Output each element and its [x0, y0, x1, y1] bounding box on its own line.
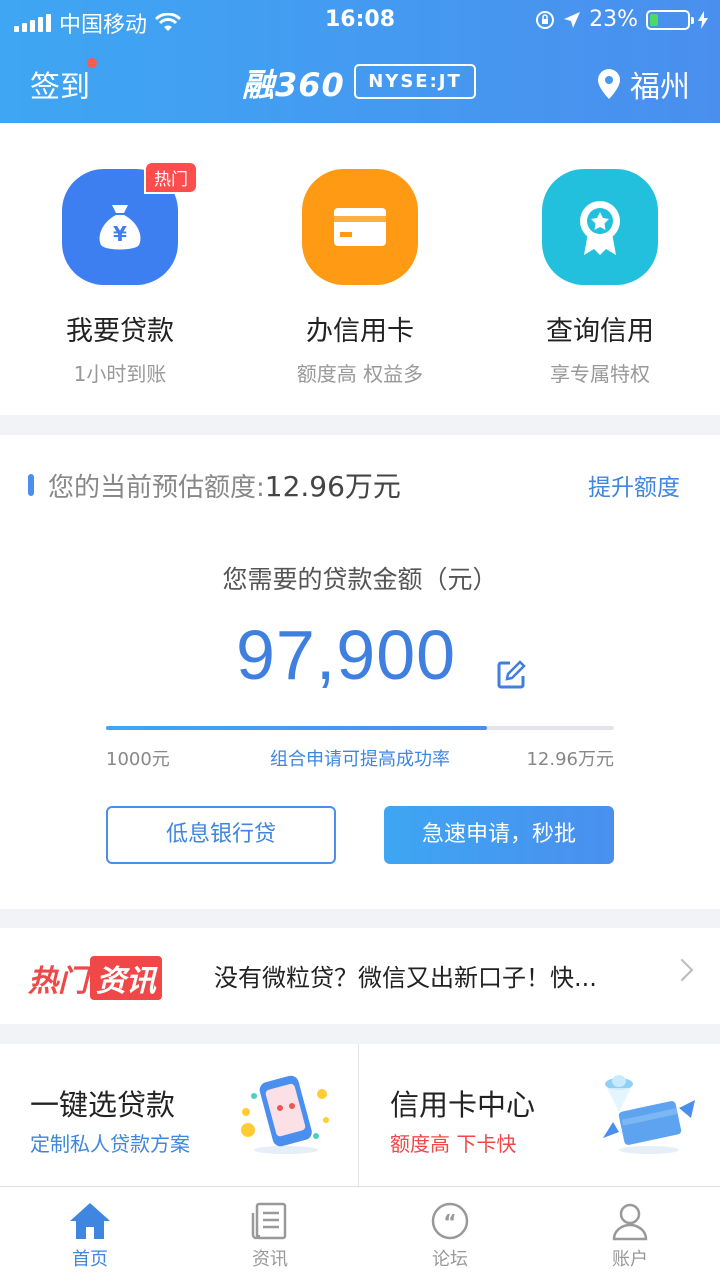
credit-limit-row: 您的当前预估额度: 12.96万元 提升额度 — [28, 465, 680, 505]
quick-action-subtitle: 享专属特权 — [550, 362, 650, 386]
rotation-lock-icon — [536, 10, 555, 29]
hot-news-tag: 热门 资讯 — [28, 956, 162, 1000]
app-header: 中国移动 16:08 23% 签到 融360 NYSE:JT 福州 — [0, 0, 720, 123]
news-tag-part2: 资讯 — [90, 956, 162, 1000]
money-bag-icon: ¥ 热门 — [62, 161, 198, 285]
location-pin-icon — [598, 69, 620, 99]
news-tag-part1: 热门 — [28, 964, 88, 999]
quick-action-credit-check[interactable]: 查询信用 享专属特权 — [480, 169, 720, 387]
quick-action-title: 办信用卡 — [306, 316, 414, 347]
flying-card-illustration — [603, 1075, 695, 1154]
signin-button[interactable]: 签到 — [30, 62, 90, 106]
card-credit-center[interactable]: 信用卡中心 额度高 下卡快 — [360, 1044, 719, 1186]
quick-action-title: 查询信用 — [546, 316, 654, 347]
hot-news-bar[interactable]: 热门 资讯 没有微粒贷？微信又出新口子！快... — [0, 928, 720, 1024]
loan-panel: 您的当前预估额度: 12.96万元 提升额度 您需要的贷款金额（元） 97,90… — [0, 435, 720, 909]
tab-account[interactable]: 账户 — [540, 1201, 720, 1271]
edit-icon[interactable] — [496, 660, 526, 690]
slider-fill — [106, 726, 487, 730]
location-arrow-icon — [564, 11, 581, 28]
svg-text:¥: ¥ — [113, 222, 127, 246]
tab-label: 账户 — [612, 1249, 648, 1270]
feature-cards: 一键选贷款 定制私人贷款方案 信用卡中心 额度高 下卡快 — [0, 1044, 720, 1186]
account-icon — [612, 1203, 648, 1241]
loan-amount-label: 您需要的贷款金额（元） — [222, 565, 498, 594]
tab-label: 资讯 — [252, 1249, 288, 1270]
quick-action-credit-card[interactable]: 办信用卡 额度高 权益多 — [240, 169, 480, 387]
tab-label: 首页 — [72, 1249, 108, 1270]
status-bar: 中国移动 16:08 23% — [0, 0, 720, 40]
charging-icon — [698, 10, 708, 29]
tab-news[interactable]: 资讯 — [180, 1201, 360, 1271]
forum-icon: “ — [431, 1202, 469, 1240]
chevron-right-icon — [670, 958, 694, 982]
card-title: 信用卡中心 — [390, 1088, 536, 1122]
quick-action-subtitle: 额度高 权益多 — [296, 362, 424, 386]
quick-action-title: 我要贷款 — [66, 316, 174, 347]
top-nav: 签到 融360 NYSE:JT 福州 — [0, 52, 720, 112]
quick-actions: ¥ 热门 我要贷款 1小时到账 办信用卡 额度高 权益多 查询信用 享专属特权 — [0, 123, 720, 415]
news-headline[interactable]: 没有微粒贷？微信又出新口子！快... — [214, 958, 654, 993]
location-selector[interactable]: 福州 — [598, 62, 690, 106]
loan-amount-value[interactable]: 97,900 — [236, 615, 456, 695]
credit-card-icon — [302, 169, 418, 285]
quick-action-loan[interactable]: ¥ 热门 我要贷款 1小时到账 — [0, 161, 240, 387]
low-interest-bank-loan-button[interactable]: 低息银行贷 — [106, 806, 336, 864]
stock-ticker-badge: NYSE:JT — [354, 64, 476, 99]
raise-limit-link[interactable]: 提升额度 — [588, 468, 680, 502]
tab-label: 论坛 — [432, 1249, 468, 1270]
battery-percent: 23% — [589, 7, 638, 32]
hot-badge: 热门 — [144, 161, 198, 194]
quick-action-subtitle: 1小时到账 — [73, 362, 167, 386]
limit-value: 12.96万元 — [264, 470, 401, 503]
card-subtitle: 定制私人贷款方案 — [30, 1132, 190, 1156]
limit-label: 您的当前预估额度: — [48, 472, 265, 503]
medal-icon — [542, 169, 658, 285]
phone-coins-illustration — [241, 1075, 329, 1154]
svg-text:“: “ — [443, 1210, 456, 1234]
slider-max-label: 12.96万元 — [526, 749, 614, 770]
battery-icon — [646, 9, 694, 30]
loan-amount-slider[interactable] — [106, 726, 614, 730]
card-title: 一键选贷款 — [30, 1088, 176, 1122]
tab-forum[interactable]: “ 论坛 — [360, 1201, 540, 1271]
app-logo: 融360 — [242, 66, 345, 104]
quick-apply-button[interactable]: 急速申请，秒批 — [384, 806, 614, 864]
home-icon — [70, 1203, 110, 1239]
notification-dot — [87, 58, 97, 68]
card-subtitle: 额度高 下卡快 — [390, 1132, 517, 1156]
news-icon — [251, 1202, 287, 1240]
location-city: 福州 — [630, 70, 690, 105]
bottom-tab-bar: 首页 资讯 “ 论坛 账户 — [0, 1186, 720, 1280]
card-loan-picker[interactable]: 一键选贷款 定制私人贷款方案 — [0, 1044, 359, 1186]
tab-home[interactable]: 首页 — [0, 1201, 180, 1271]
section-marker — [28, 474, 34, 496]
